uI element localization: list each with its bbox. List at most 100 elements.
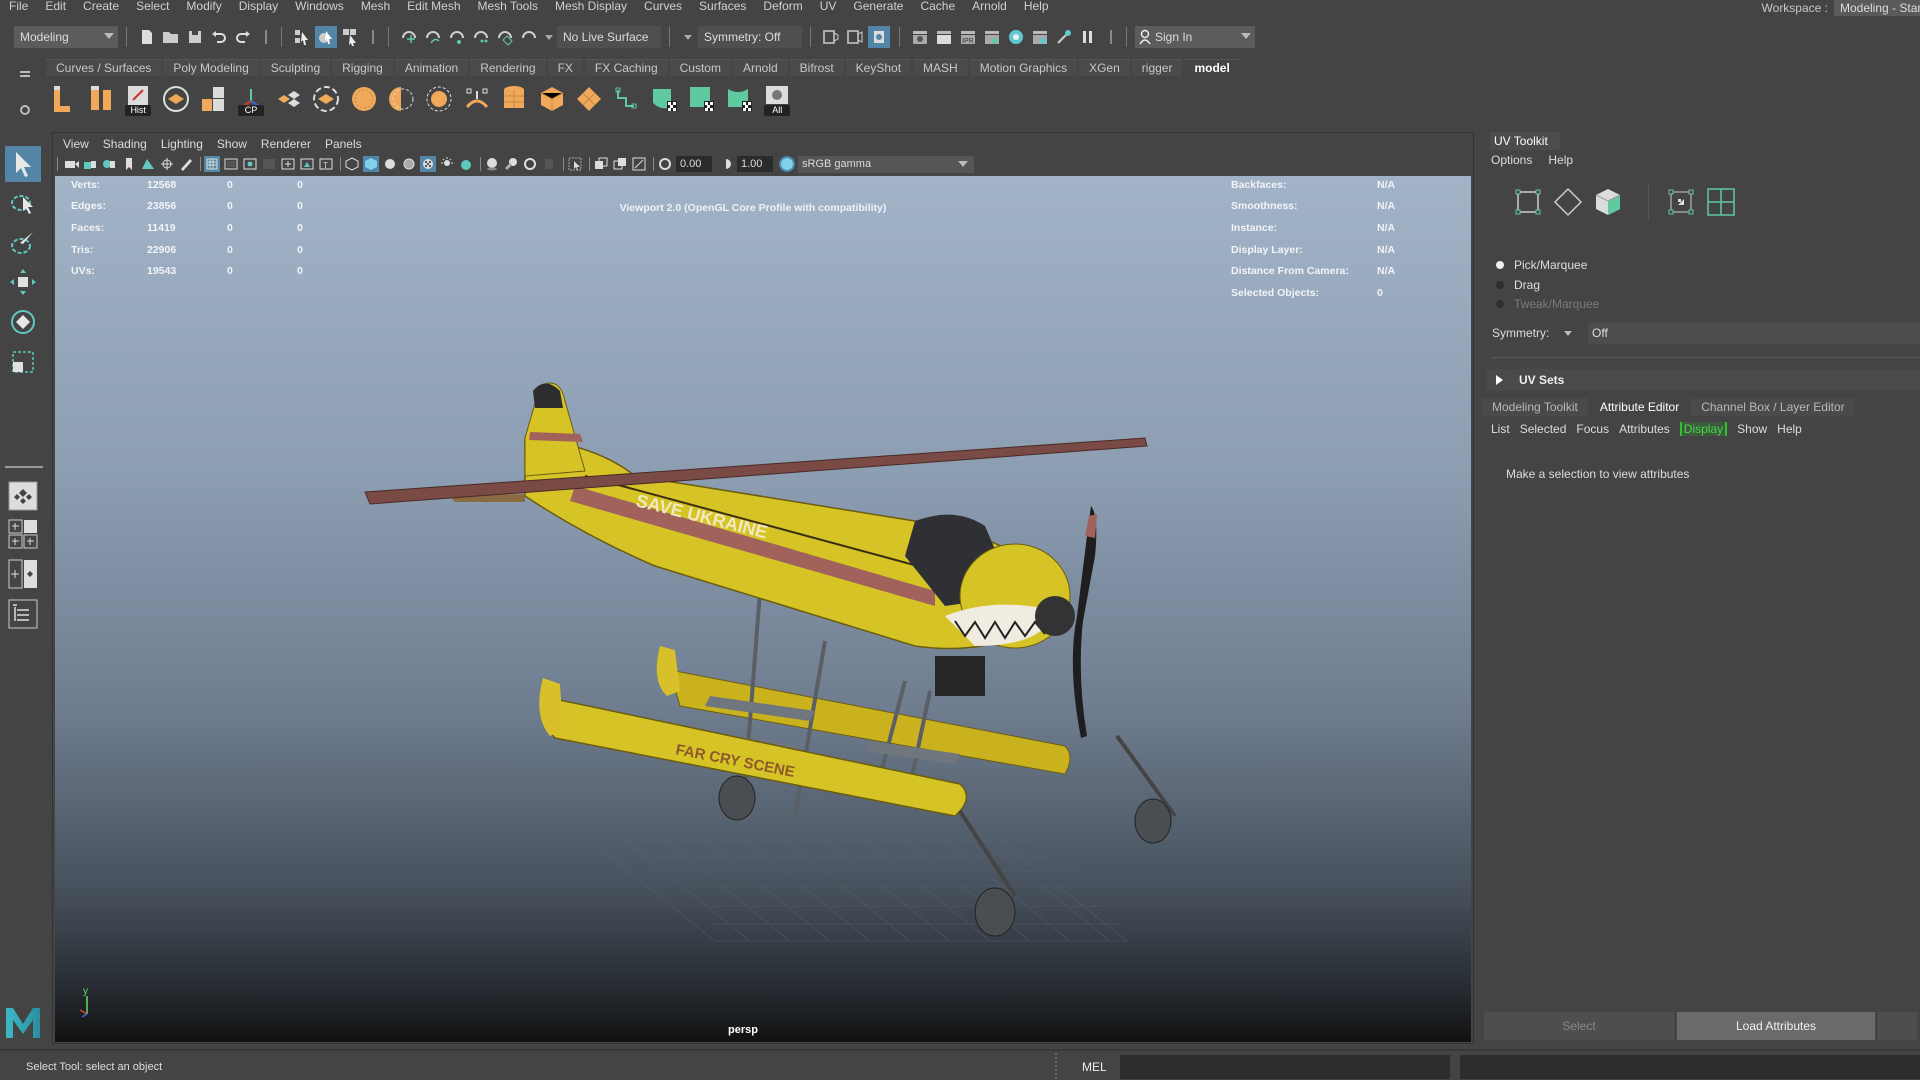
- outliner-layout[interactable]: [5, 596, 41, 632]
- snap-view-plane-icon[interactable]: [470, 26, 492, 48]
- shelf-tab-sculpting[interactable]: Sculpting: [260, 59, 331, 76]
- tab-modeling-toolkit[interactable]: Modeling Toolkit: [1482, 398, 1588, 416]
- ipr-render-icon[interactable]: IPR: [957, 26, 979, 48]
- snap-grid-icon[interactable]: [398, 26, 420, 48]
- viewport-menu-lighting[interactable]: Lighting: [161, 137, 203, 151]
- safe-title-icon[interactable]: T: [318, 156, 334, 172]
- script-language-toggle[interactable]: MEL: [1082, 1060, 1107, 1074]
- new-scene-icon[interactable]: [136, 26, 158, 48]
- combine-icon[interactable]: [161, 82, 191, 116]
- shelf-tab-bifrost[interactable]: Bifrost: [789, 59, 844, 76]
- chevron-down-icon[interactable]: [1564, 330, 1572, 336]
- uv-toolkit-tab[interactable]: UV Toolkit: [1490, 132, 1560, 150]
- uv-selection-convert-icon[interactable]: [1665, 186, 1697, 218]
- shelf-tab-motion-graphics[interactable]: Motion Graphics: [969, 59, 1078, 76]
- single-perspective-layout[interactable]: [5, 478, 41, 514]
- grid-icon[interactable]: [204, 156, 220, 172]
- field-chart-icon[interactable]: [280, 156, 296, 172]
- lasso-tool[interactable]: [5, 185, 41, 221]
- grease-pencil-icon[interactable]: [178, 156, 194, 172]
- collapse-handle[interactable]: [368, 30, 374, 44]
- anti-aliasing-icon[interactable]: [522, 156, 538, 172]
- uv-shell-icon[interactable]: [612, 82, 642, 116]
- menu-create[interactable]: Create: [74, 0, 127, 13]
- shelf-tab-poly-modeling[interactable]: Poly Modeling: [163, 59, 259, 76]
- xray-joints-icon[interactable]: [631, 156, 647, 172]
- uv-vertex-icon[interactable]: [1512, 186, 1544, 218]
- extrude-icon[interactable]: [48, 82, 78, 116]
- ae-menu-attributes[interactable]: Attributes: [1619, 422, 1670, 436]
- light-editor-icon[interactable]: [1053, 26, 1075, 48]
- menu-cache[interactable]: Cache: [911, 0, 963, 13]
- ae-menu-selected[interactable]: Selected: [1520, 422, 1567, 436]
- wireframe-icon[interactable]: [344, 156, 360, 172]
- merge-icon[interactable]: [274, 82, 304, 116]
- scale-tool[interactable]: [5, 344, 41, 380]
- save-scene-icon[interactable]: [184, 26, 206, 48]
- snap-point-icon[interactable]: [446, 26, 468, 48]
- 3d-viewport[interactable]: Verts: 12568 0 0 Edges: 23856 0 0 Faces: 11419 0 0 T…: [55, 176, 1471, 1042]
- select-component-icon[interactable]: [339, 26, 361, 48]
- load-attributes-button[interactable]: Load Attributes: [1677, 1012, 1875, 1040]
- uv-edge-icon[interactable]: [1552, 186, 1584, 218]
- cylinder-uv-icon[interactable]: [499, 82, 529, 116]
- render-view-icon[interactable]: [909, 26, 931, 48]
- history-icon[interactable]: Hist: [123, 82, 153, 116]
- command-input[interactable]: [1120, 1055, 1450, 1079]
- center-pivot-icon[interactable]: CP: [236, 82, 266, 116]
- menu-help[interactable]: Help: [1015, 0, 1057, 13]
- camera-select-icon[interactable]: [64, 156, 80, 172]
- rotate-tool[interactable]: [5, 304, 41, 340]
- pause-viewport-icon[interactable]: [1077, 26, 1099, 48]
- bookmark-icon[interactable]: [121, 156, 137, 172]
- uv-layout-c-icon[interactable]: [725, 82, 755, 116]
- radio-pick-marquee[interactable]: Pick/Marquee: [1496, 258, 1587, 272]
- headsup-clock-icon[interactable]: [868, 26, 890, 48]
- smooth-shade-icon[interactable]: [363, 156, 379, 172]
- paint-select-tool[interactable]: [5, 225, 41, 261]
- ae-menu-list[interactable]: List: [1491, 422, 1510, 436]
- menu-generate[interactable]: Generate: [844, 0, 911, 13]
- undo-icon[interactable]: [208, 26, 230, 48]
- menu-mesh-tools[interactable]: Mesh Tools: [469, 0, 546, 13]
- select-tool[interactable]: [5, 146, 41, 182]
- 2d-pan-zoom-icon[interactable]: [159, 156, 175, 172]
- menu-curves[interactable]: Curves: [635, 0, 690, 13]
- uv-symmetry-value[interactable]: Off: [1588, 322, 1920, 344]
- menu-file[interactable]: File: [0, 0, 36, 13]
- workspace-dropdown[interactable]: Modeling - Standard: [1834, 0, 1920, 16]
- ae-menu-help[interactable]: Help: [1777, 422, 1802, 436]
- film-gate-icon[interactable]: [223, 156, 239, 172]
- move-tool[interactable]: [5, 264, 41, 300]
- collapse-handle[interactable]: [1106, 30, 1112, 44]
- sign-in-button[interactable]: Sign In: [1135, 26, 1255, 48]
- live-surface-field[interactable]: No Live Surface: [557, 26, 661, 48]
- shelf-tab-model[interactable]: model: [1184, 59, 1240, 76]
- menu-select[interactable]: Select: [127, 0, 177, 13]
- camera-lock-icon[interactable]: [83, 156, 99, 172]
- planar-map-icon[interactable]: [349, 82, 379, 116]
- resolution-gate-icon[interactable]: [242, 156, 258, 172]
- isolate-select-icon[interactable]: [567, 156, 583, 172]
- menu-windows[interactable]: Windows: [286, 0, 352, 13]
- shelf-tab-fx[interactable]: FX: [547, 59, 583, 76]
- spherical-map-icon[interactable]: [424, 82, 454, 116]
- exposure-icon[interactable]: [657, 156, 673, 172]
- snap-live-icon[interactable]: [494, 26, 516, 48]
- shelf-tab-keyshot[interactable]: KeyShot: [845, 59, 912, 76]
- viewport-menu-show[interactable]: Show: [217, 137, 247, 151]
- default-material-icon[interactable]: [382, 156, 398, 172]
- open-scene-icon[interactable]: [160, 26, 182, 48]
- safe-action-icon[interactable]: [299, 156, 315, 172]
- exposure-field[interactable]: 0.00: [676, 156, 712, 172]
- camera-attributes-icon[interactable]: [102, 156, 118, 172]
- snap-curve-icon[interactable]: [422, 26, 444, 48]
- viewport-menu-panels[interactable]: Panels: [325, 137, 362, 151]
- shelf-tab-animation[interactable]: Animation: [394, 59, 469, 76]
- menu-edit-mesh[interactable]: Edit Mesh: [398, 0, 468, 13]
- menu-edit[interactable]: Edit: [36, 0, 74, 13]
- color-space-dropdown[interactable]: sRGB gamma: [798, 155, 974, 173]
- render-region-icon[interactable]: [820, 26, 842, 48]
- bridge-icon[interactable]: [86, 82, 116, 116]
- render-current-icon[interactable]: [933, 26, 955, 48]
